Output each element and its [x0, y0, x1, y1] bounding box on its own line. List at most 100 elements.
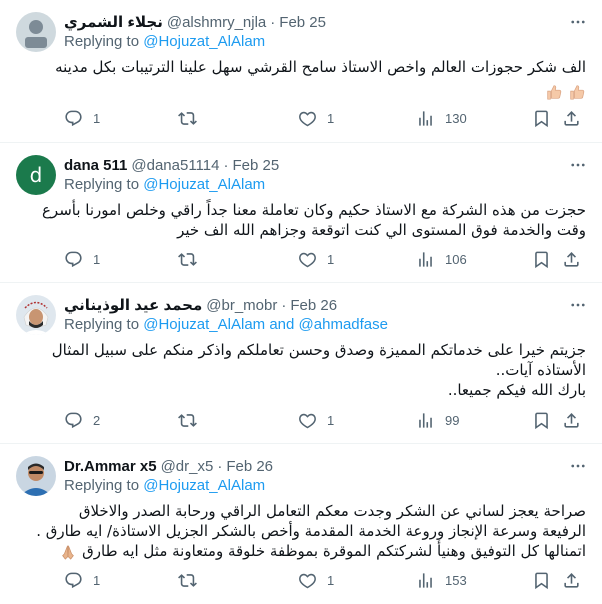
display-name[interactable]: dana 511	[64, 157, 127, 174]
like-button[interactable]: 1	[298, 249, 334, 269]
views-count: 130	[445, 110, 467, 126]
reply-icon	[65, 572, 82, 588]
reply-button[interactable]: 1	[64, 249, 100, 269]
more-options-icon[interactable]	[568, 155, 588, 175]
reply-button[interactable]: 1	[64, 570, 100, 590]
share-button[interactable]	[562, 410, 581, 430]
tweet-text-line: بارك الله فيكم جميعا..	[447, 381, 586, 399]
reply-icon	[65, 412, 82, 428]
like-button[interactable]: 1	[298, 108, 334, 128]
share-icon	[564, 251, 579, 267]
views-button[interactable]: 130	[416, 108, 467, 128]
mention-link[interactable]: @Hojuzat_AlAlam	[143, 477, 265, 494]
heart-icon	[299, 413, 316, 428]
display-name[interactable]: نجلاء الشمري	[64, 13, 163, 31]
thumbs-up-icon	[547, 84, 562, 100]
tweet[interactable]: محمد عيد الوذيناني @br_mobr · Feb 26 Rep…	[0, 283, 602, 444]
separator-dot: ·	[270, 13, 276, 31]
tweet-actions: 1 1 153	[64, 570, 586, 590]
views-button[interactable]: 99	[416, 410, 459, 430]
share-button[interactable]	[562, 249, 581, 269]
like-count: 1	[327, 110, 335, 126]
views-count: 106	[445, 251, 467, 267]
views-chart-icon	[419, 251, 432, 267]
reply-feed: نجلاء الشمري @alshmry_njla · Feb 25 Repl…	[0, 0, 602, 604]
bookmark-button[interactable]	[532, 410, 551, 430]
tweet-text-line: وقت والخدمة فوق المستوى الي كنت اتوقعة و…	[177, 221, 586, 239]
tweet-header: محمد عيد الوذيناني @br_mobr · Feb 26	[64, 295, 558, 315]
like-button[interactable]: 1	[298, 570, 334, 590]
bookmark-button[interactable]	[532, 249, 551, 269]
heart-icon	[299, 111, 316, 126]
tweet-header: dana 511 @dana51114 · Feb 25	[64, 155, 558, 175]
tweet[interactable]: d dana 511 @dana51114 · Feb 25 Replying …	[0, 143, 602, 283]
tweet-text: جزيتم خيرا على خدماتكم المميزة وصدق وحسن…	[52, 340, 586, 400]
tweet-date[interactable]: Feb 26	[290, 297, 337, 314]
more-options-icon[interactable]	[568, 456, 588, 476]
views-button[interactable]: 106	[416, 249, 467, 269]
views-count: 99	[445, 412, 460, 428]
views-chart-icon	[419, 412, 432, 428]
tweet-date[interactable]: Feb 25	[279, 14, 326, 31]
mention-and[interactable]: and	[269, 316, 294, 333]
retweet-icon	[178, 573, 197, 587]
mention-link[interactable]: @Hojuzat_AlAlam	[143, 316, 265, 333]
views-chart-icon	[419, 572, 432, 588]
mention-link[interactable]: @Hojuzat_AlAlam	[143, 176, 265, 193]
reply-icon	[65, 251, 82, 267]
bookmark-button[interactable]	[532, 570, 551, 590]
default-avatar-icon	[16, 12, 56, 52]
retweet-icon	[178, 413, 197, 427]
tweet-date[interactable]: Feb 26	[226, 458, 273, 475]
share-button[interactable]	[562, 570, 581, 590]
retweet-button[interactable]	[178, 570, 207, 590]
bookmark-icon	[535, 251, 548, 268]
reply-icon	[65, 110, 82, 126]
tweet-text-line: الرفيعة وسرعة الإنجاز وروعة الخدمة المقد…	[36, 522, 586, 540]
reply-button[interactable]: 2	[64, 410, 100, 430]
profile-photo-icon	[16, 456, 56, 496]
tweet[interactable]: نجلاء الشمري @alshmry_njla · Feb 25 Repl…	[0, 0, 602, 143]
share-icon	[564, 412, 579, 428]
retweet-icon	[178, 111, 197, 125]
replying-to-label: Replying to	[64, 316, 140, 333]
retweet-button[interactable]	[178, 410, 207, 430]
tweet-text-line: حجزت من هذه الشركة مع الاستاذ حكيم وكان …	[41, 201, 586, 219]
avatar[interactable]	[16, 12, 56, 52]
mention-link[interactable]: @ahmadfase	[299, 316, 388, 333]
display-name[interactable]: محمد عيد الوذيناني	[64, 296, 202, 314]
replying-to: Replying to @Hojuzat_AlAlam	[64, 33, 265, 50]
bookmark-button[interactable]	[532, 108, 551, 128]
emoji-line	[64, 77, 586, 100]
avatar[interactable]: d	[16, 155, 56, 195]
user-handle[interactable]: @dana51114	[131, 157, 219, 174]
tweet-text: حجزت من هذه الشركة مع الاستاذ حكيم وكان …	[41, 200, 586, 240]
user-handle[interactable]: @alshmry_njla	[167, 14, 266, 31]
separator-dot: ·	[217, 457, 223, 475]
tweet-text: صراحة يعجز لساني عن الشكر وجدت معكم التع…	[36, 501, 586, 561]
more-options-icon[interactable]	[568, 295, 588, 315]
like-button[interactable]: 1	[298, 410, 334, 430]
avatar-letter: d	[29, 163, 43, 187]
user-handle[interactable]: @dr_x5	[161, 458, 214, 475]
share-button[interactable]	[562, 108, 581, 128]
views-button[interactable]: 153	[416, 570, 467, 590]
reply-count: 1	[93, 110, 101, 126]
avatar[interactable]	[16, 456, 56, 496]
tweet-header: نجلاء الشمري @alshmry_njla · Feb 25	[64, 12, 558, 32]
more-options-icon[interactable]	[568, 12, 588, 32]
tweet-date[interactable]: Feb 25	[232, 157, 279, 174]
tweet-text-line: صراحة يعجز لساني عن الشكر وجدت معكم التع…	[78, 502, 586, 520]
retweet-icon	[178, 252, 197, 266]
avatar[interactable]	[16, 295, 56, 335]
mention-link[interactable]: @Hojuzat_AlAlam	[143, 33, 265, 50]
tweet[interactable]: Dr.Ammar x5 @dr_x5 · Feb 26 Replying to …	[0, 444, 602, 604]
tweet-text: الف شكر حجوزات العالم واخص الاستاذ سامح …	[55, 57, 586, 100]
tweet-text-line: الف شكر حجوزات العالم واخص الاستاذ سامح …	[55, 58, 586, 76]
retweet-button[interactable]	[178, 108, 207, 128]
display-name[interactable]: Dr.Ammar x5	[64, 458, 157, 475]
tweet-text-line-content: اتمنالها كل التوفيق وهنيأ لشركتكم الموقر…	[82, 542, 586, 560]
reply-button[interactable]: 1	[64, 108, 100, 128]
user-handle[interactable]: @br_mobr	[206, 297, 277, 314]
retweet-button[interactable]	[178, 249, 207, 269]
